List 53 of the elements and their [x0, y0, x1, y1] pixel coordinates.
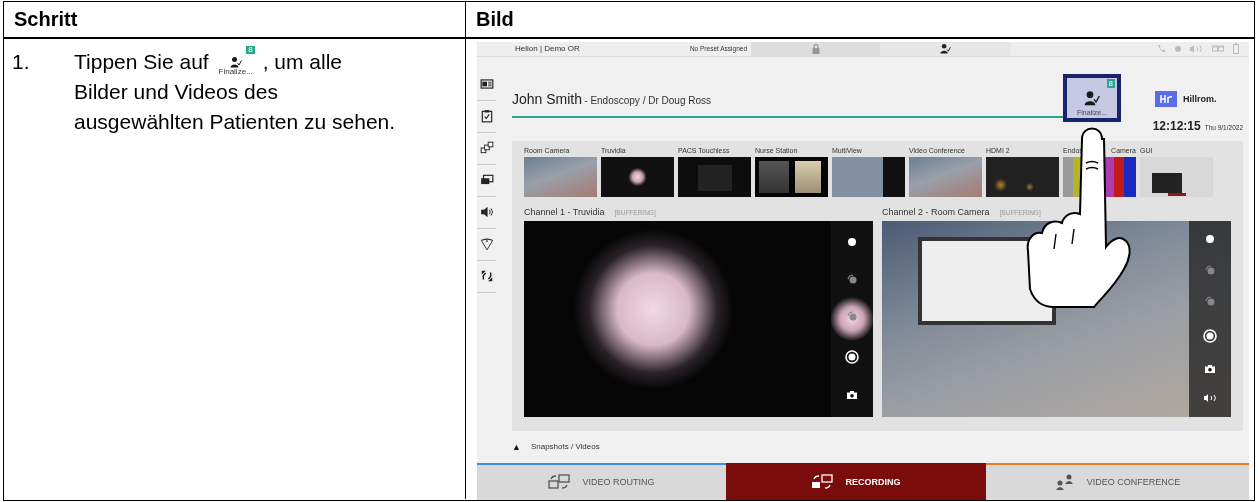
dot-icon[interactable] [1175, 45, 1181, 52]
instruction-text: Tippen Sie auf [74, 49, 209, 75]
column-header: Bild [466, 2, 1254, 39]
clipboard-check-icon[interactable] [479, 109, 494, 124]
rotate-icon[interactable] [1205, 264, 1215, 275]
source-thumbnail[interactable] [601, 156, 674, 197]
source-thumbnail[interactable] [1140, 156, 1213, 197]
video-camera-icon [811, 474, 834, 491]
source-thumbnail[interactable] [832, 156, 905, 197]
person-arrow-icon [940, 43, 951, 55]
rotate-icon[interactable] [847, 273, 857, 284]
room-name: Helion | Demo OR [514, 43, 581, 56]
instruction-text: Bilder und Videos des ausgewählten Patienten zu sehen. [74, 79, 397, 135]
source-thumbnail[interactable] [909, 156, 982, 197]
expand-toggle[interactable]: ▲ [512, 441, 521, 452]
procedure-details: - Endoscopy / Dr Doug Ross [584, 94, 711, 106]
dot-icon[interactable] [848, 238, 856, 247]
source-thumbnail[interactable] [678, 156, 751, 197]
logo-text: Hillrom. [1183, 93, 1217, 104]
mode-tab[interactable]: RECORDING [726, 462, 986, 500]
rotate-icon[interactable] [1205, 296, 1215, 307]
logo-icon [1155, 90, 1177, 107]
arrows-icon[interactable] [479, 269, 494, 284]
snapshots-label[interactable]: Snapshots / Videos [530, 442, 600, 452]
mode-tab[interactable]: VIDEO ROUTING [477, 462, 726, 500]
channel-title: Channel 2 - Room Camera [882, 206, 990, 217]
person-check-icon [229, 56, 242, 68]
step-number: 1. [12, 49, 31, 75]
instruction-text: , um alle [262, 49, 343, 75]
channel-title: Channel 1 - Truvidia [524, 206, 605, 217]
monitors-icon [548, 474, 571, 491]
auto-exposure-icon[interactable] [1202, 327, 1218, 344]
speaker-icon[interactable] [479, 205, 494, 220]
stacked-windows-icon[interactable] [479, 141, 494, 156]
id-card-icon[interactable] [479, 77, 494, 92]
mode-tab[interactable]: VIDEO CONFERENCE [986, 462, 1249, 500]
auto-exposure-icon[interactable] [844, 347, 860, 364]
button-label: Finalize... [218, 68, 253, 76]
camera-icon[interactable] [1205, 364, 1215, 373]
source-thumbnail[interactable] [986, 156, 1059, 197]
source-thumbnail[interactable] [755, 156, 828, 197]
patient-name: John Smith [512, 90, 583, 107]
dot-icon[interactable] [1206, 235, 1214, 244]
column-header: Schritt [4, 2, 466, 39]
battery-icon [1233, 43, 1239, 55]
people-icon [1054, 474, 1075, 491]
person-check-icon [1084, 89, 1100, 106]
camera-icon[interactable] [847, 391, 857, 400]
lamp-icon[interactable] [479, 237, 494, 252]
speaker-icon[interactable] [1203, 394, 1217, 403]
source-thumbnail[interactable] [524, 156, 597, 197]
clock-time: 12:12:15 [1152, 118, 1201, 133]
count-badge: 8 [246, 46, 255, 54]
